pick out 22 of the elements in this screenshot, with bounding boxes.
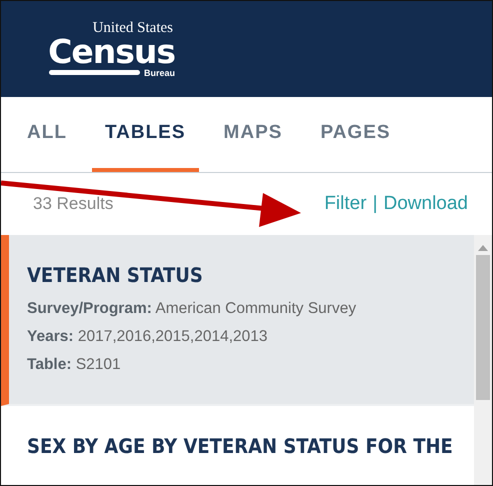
result-field: Years: 2017,2016,2015,2014,2013 bbox=[27, 326, 458, 348]
tab[interactable]: TABLES bbox=[92, 97, 199, 172]
result-item[interactable]: VETERAN STATUS Survey/Program: American Community Survey Years: 2017,2016,2015,2014,2013 Table: S2101 bbox=[1, 235, 474, 406]
separator: | bbox=[372, 193, 378, 215]
tab[interactable]: ALL bbox=[14, 97, 80, 172]
result-title: VETERAN STATUS bbox=[27, 262, 204, 289]
filter-link[interactable]: Filter bbox=[324, 193, 367, 215]
logo-text: Bureau bbox=[144, 68, 175, 78]
download-link[interactable]: Download bbox=[384, 193, 468, 215]
result-field: Table: S2101 bbox=[27, 354, 458, 376]
results-count: 33 Results bbox=[33, 194, 114, 214]
arrow-icon bbox=[1, 180, 301, 227]
census-logo[interactable]: United States Census Bureau bbox=[49, 20, 175, 78]
scrollbar[interactable] bbox=[474, 235, 492, 485]
scroll-thumb[interactable] bbox=[476, 255, 490, 400]
scroll-up-icon[interactable] bbox=[478, 245, 488, 251]
tab[interactable]: PAGES bbox=[307, 97, 404, 172]
result-field: Survey/Program: American Community Survey bbox=[27, 298, 458, 320]
result-title: SEX BY AGE BY VETERAN STATUS FOR THE bbox=[27, 433, 454, 460]
tab[interactable]: MAPS bbox=[210, 97, 296, 172]
logo-text: United States bbox=[92, 20, 173, 36]
logo-text: Census bbox=[48, 36, 175, 68]
